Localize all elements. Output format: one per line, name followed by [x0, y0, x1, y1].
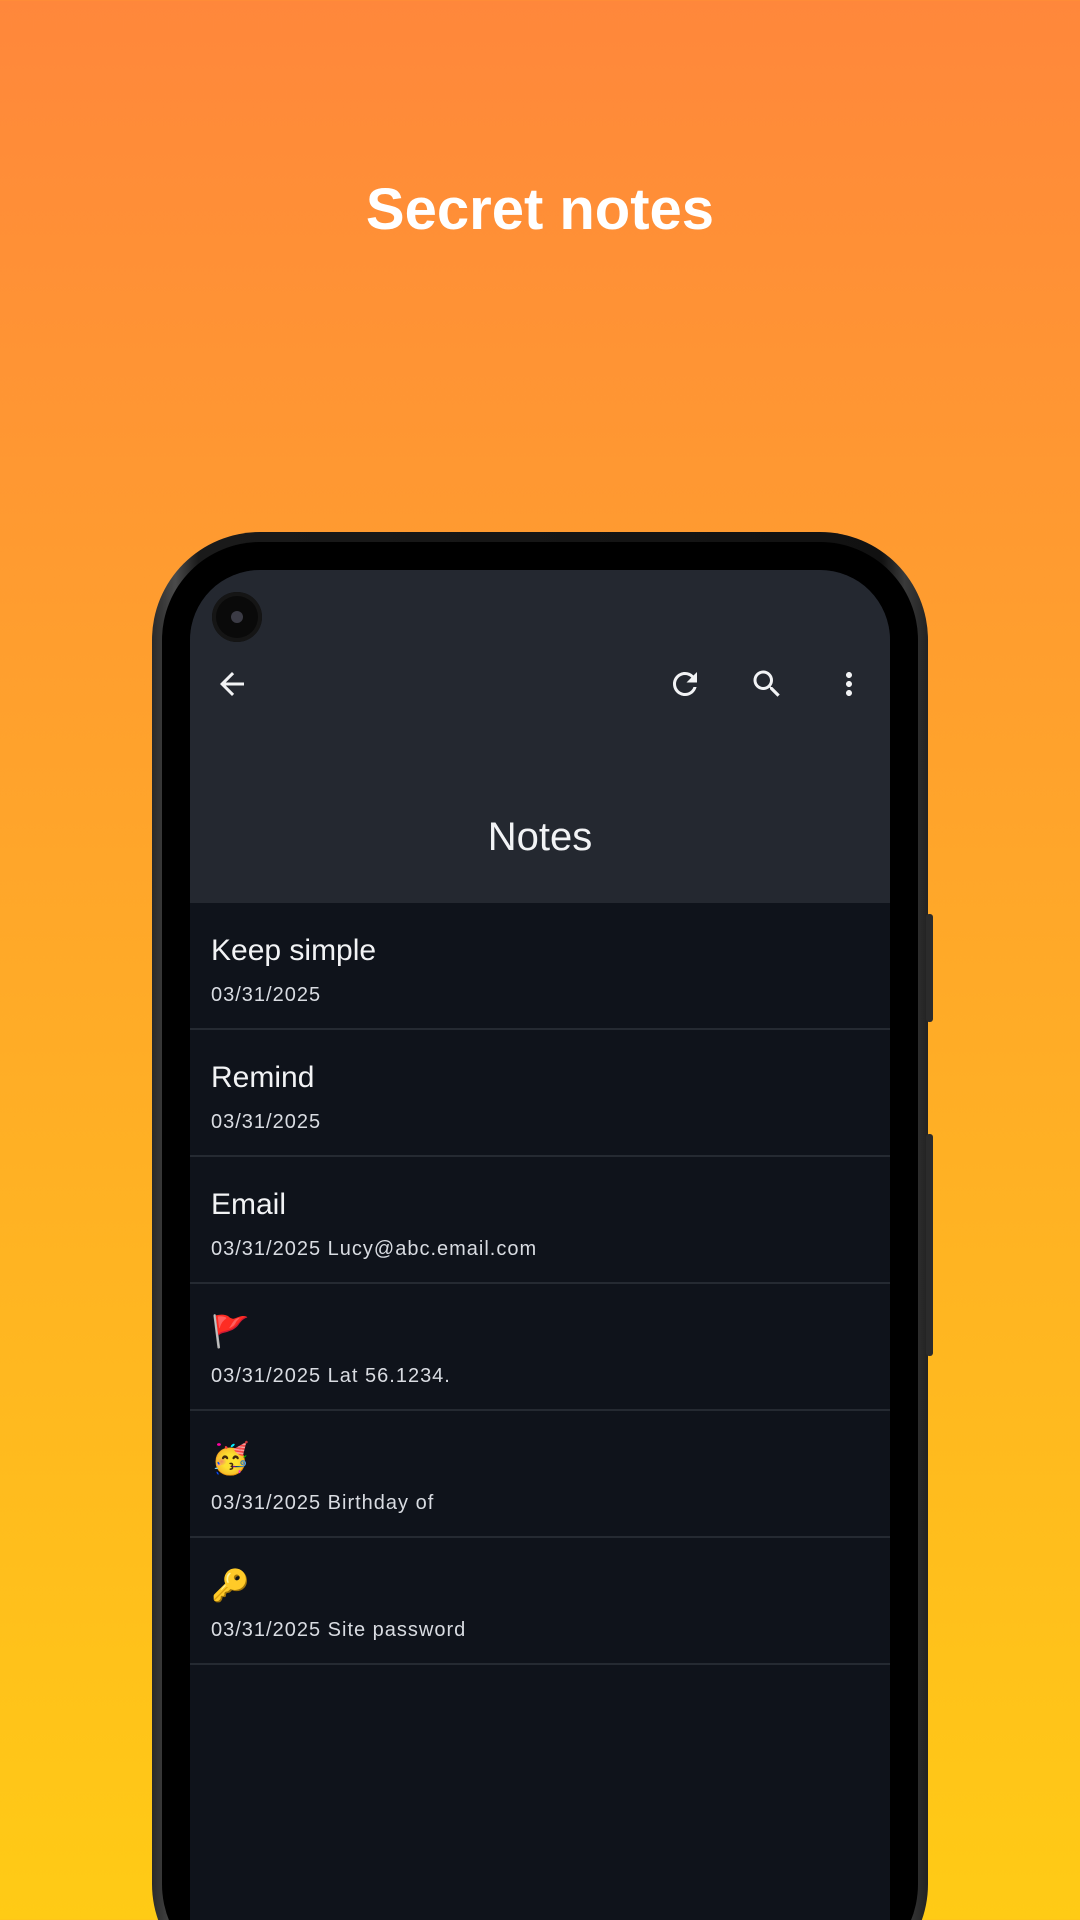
search-button[interactable]	[737, 654, 797, 714]
arrow-back-icon	[220, 672, 244, 696]
back-button[interactable]	[202, 654, 262, 714]
flag-emoji-title: 🚩	[211, 1314, 250, 1350]
camera-lens	[231, 611, 243, 623]
phone-volume-button	[926, 1134, 933, 1356]
overflow-menu-button[interactable]	[819, 654, 879, 714]
note-subtitle: 03/31/2025	[211, 1111, 322, 1133]
party-emoji-title: 🥳	[211, 1441, 250, 1477]
key-emoji-title: 🔑	[211, 1568, 250, 1604]
more-vert-icon	[846, 672, 852, 696]
note-title: Email	[211, 1188, 287, 1221]
note-item-key[interactable]: 🔑 03/31/2025 Site password	[190, 1538, 890, 1665]
note-subtitle: 03/31/2025 Birthday of	[211, 1492, 435, 1514]
note-item-party[interactable]: 🥳 03/31/2025 Birthday of	[190, 1411, 890, 1538]
page-title: Notes	[487, 815, 593, 859]
search-icon	[753, 670, 780, 697]
front-camera	[212, 592, 262, 642]
note-item-flag[interactable]: 🚩 03/31/2025 Lat 56.1234.	[190, 1284, 890, 1411]
note-item-remind[interactable]: Remind 03/31/2025	[190, 1030, 890, 1157]
note-title: Remind	[211, 1061, 315, 1094]
phone-power-button	[926, 914, 933, 1022]
note-subtitle: 03/31/2025	[211, 984, 322, 1006]
note-title: Keep simple	[211, 934, 377, 967]
note-subtitle: 03/31/2025 Lat 56.1234.	[211, 1365, 451, 1387]
note-item-keep-simple[interactable]: Keep simple 03/31/2025	[190, 903, 890, 1030]
notes-list: Keep simple 03/31/2025 Remind 03/31/2025…	[190, 903, 890, 1665]
note-subtitle: 03/31/2025 Lucy@abc.email.com	[211, 1238, 538, 1260]
refresh-icon	[673, 672, 697, 696]
note-item-email[interactable]: Email 03/31/2025 Lucy@abc.email.com	[190, 1157, 890, 1284]
refresh-button[interactable]	[655, 654, 715, 714]
top-app-bar: Notes	[190, 570, 890, 903]
promo-headline: Secret notes	[365, 177, 715, 242]
note-subtitle: 03/31/2025 Site password	[211, 1619, 467, 1641]
app-screen: Notes Keep simple 03/31/2025 Remind 03/3…	[190, 570, 890, 1920]
